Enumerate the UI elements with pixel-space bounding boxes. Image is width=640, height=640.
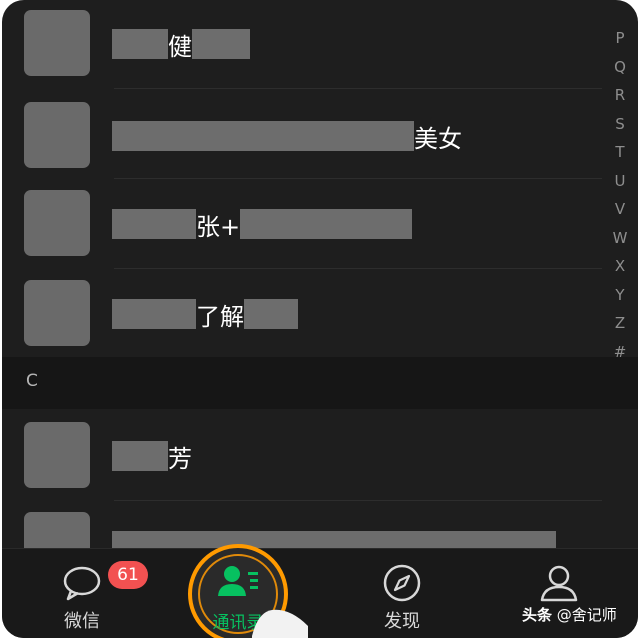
chat-bubble-icon [63, 566, 101, 601]
redacted-block [244, 299, 298, 329]
contact-avatar [24, 10, 90, 76]
section-header: C [2, 357, 638, 409]
contact-name: 美女 [112, 120, 462, 153]
contact-name: 了解 [112, 298, 298, 331]
unread-badge: 61 [108, 561, 148, 589]
contact-name-text: 了解 [196, 302, 244, 331]
index-letter[interactable]: # [614, 338, 627, 367]
contact-name-text: 美女 [414, 124, 462, 153]
contacts-icon [218, 566, 258, 596]
pointing-hand-icon [252, 609, 308, 638]
contact-avatar [24, 280, 90, 346]
redacted-block [112, 531, 556, 548]
index-letter[interactable]: R [615, 81, 625, 110]
index-letter[interactable]: W [613, 224, 628, 253]
redacted-block [112, 299, 196, 329]
contact-avatar [24, 190, 90, 256]
redacted-block [240, 209, 413, 239]
contact-name: 芳 [112, 440, 192, 473]
row-divider [114, 178, 602, 179]
index-letter[interactable]: U [615, 167, 626, 196]
contact-name-text: 芳 [168, 444, 192, 473]
redacted-block [112, 441, 168, 471]
person-icon [540, 565, 578, 602]
watermark: 头条 @舍记师 [522, 604, 617, 625]
index-letter[interactable]: T [615, 138, 624, 167]
contact-name-text: 健 [168, 32, 192, 61]
watermark-handle: @舍记师 [556, 606, 617, 624]
contact-row[interactable] [2, 502, 602, 548]
redacted-block [192, 29, 250, 59]
tab-chats[interactable]: 61 微信 [22, 549, 148, 638]
contact-row[interactable]: 了解 [2, 270, 602, 360]
index-letter[interactable]: Z [615, 309, 625, 338]
contact-avatar [24, 102, 90, 168]
index-letter[interactable]: Q [614, 53, 626, 82]
contact-row[interactable]: 张+ [2, 180, 602, 270]
row-divider [114, 500, 602, 501]
index-letter[interactable]: X [615, 252, 625, 281]
section-letter: C [26, 371, 38, 391]
phone-screen: 健 美女 张+ 了解 C 芳 P Q R S T U V W X Y Z # 6… [2, 0, 638, 638]
tab-discover[interactable]: 发现 [342, 549, 462, 638]
contact-name [112, 530, 556, 548]
watermark-brand: 头条 [522, 606, 553, 624]
contact-list: 健 美女 张+ 了解 C 芳 P Q R S T U V W X Y Z # [2, 0, 638, 548]
row-divider [114, 88, 602, 89]
compass-icon [383, 564, 421, 602]
contact-row[interactable]: 芳 [2, 412, 602, 502]
contact-name: 健 [112, 28, 250, 61]
contact-avatar [24, 422, 90, 488]
index-letter[interactable]: Y [615, 281, 624, 310]
index-letter[interactable]: V [615, 195, 625, 224]
contact-name: 张+ [112, 208, 413, 241]
contact-row[interactable]: 健 [2, 0, 602, 90]
index-letter[interactable]: P [615, 24, 624, 53]
tab-label: 发现 [384, 611, 420, 632]
alphabet-index[interactable]: P Q R S T U V W X Y Z # [608, 24, 632, 366]
index-letter[interactable]: S [615, 110, 625, 139]
contact-row[interactable]: 美女 [2, 92, 602, 182]
tab-label: 微信 [64, 611, 100, 632]
redacted-block [112, 29, 168, 59]
contact-avatar [24, 512, 90, 548]
row-divider [114, 268, 602, 269]
redacted-block [112, 121, 414, 151]
contact-name-text: 张+ [196, 212, 241, 241]
redacted-block [112, 209, 196, 239]
